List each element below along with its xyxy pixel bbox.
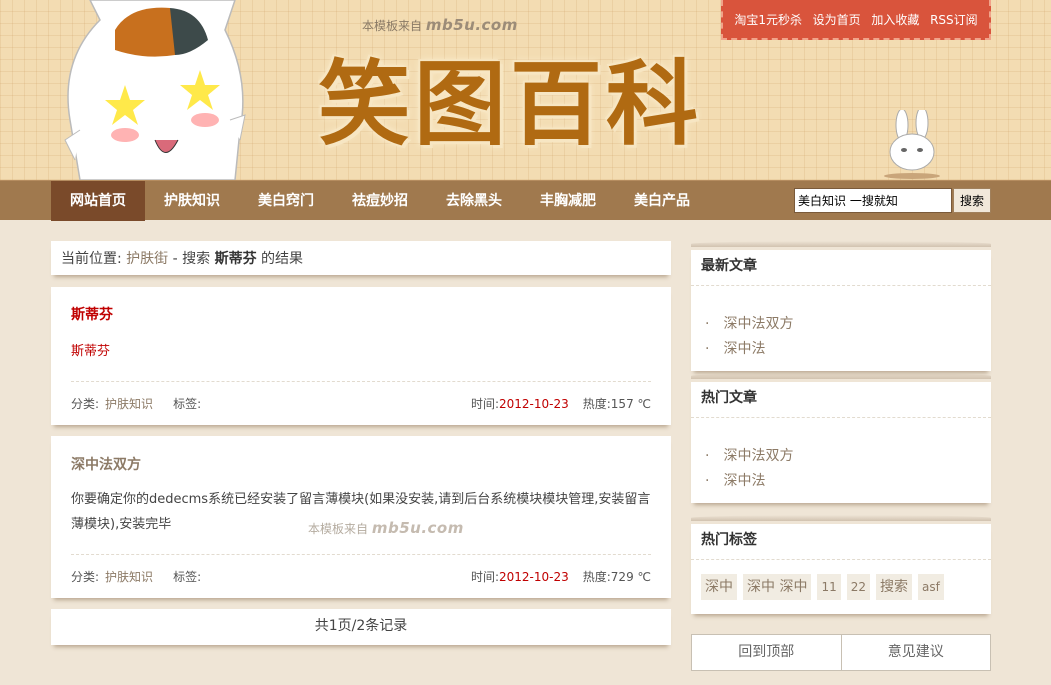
nav-item-bust-slimming[interactable]: 丰胸减肥 [521, 181, 615, 221]
search-input[interactable] [794, 188, 952, 213]
breadcrumb-separator: - 搜索 [172, 251, 215, 267]
nav-item-acne[interactable]: 祛痘妙招 [333, 181, 427, 221]
tag-item[interactable]: 深中 [701, 574, 737, 600]
nav-item-blackheads[interactable]: 去除黑头 [427, 181, 521, 221]
list-item[interactable]: 深中法 [705, 469, 977, 494]
toplink-set-homepage[interactable]: 设为首页 [813, 11, 861, 28]
pagination-info: 共1页/2条记录 [51, 609, 671, 645]
breadcrumb-suffix: 的结果 [261, 251, 304, 267]
article-date: 2012-10-23 [499, 569, 569, 584]
article-heat: 157 ℃ [610, 396, 651, 411]
time-label: 时间: [470, 397, 499, 411]
breadcrumb-link-home[interactable]: 护肤街 [126, 251, 168, 267]
toplink-rss[interactable]: RSS订阅 [930, 11, 978, 28]
category-link[interactable]: 护肤知识 [105, 568, 153, 585]
article-title[interactable]: 斯蒂芬 [71, 304, 651, 324]
breadcrumb: 当前位置: 护肤街 - 搜索 斯蒂芬 的结果 [51, 241, 671, 275]
tag-item[interactable]: 深中 深中 [743, 574, 812, 600]
category-link[interactable]: 护肤知识 [105, 395, 153, 412]
heat-label: 热度: [582, 570, 611, 584]
article-summary: 斯蒂芬 [71, 344, 111, 359]
nav-item-skincare[interactable]: 护肤知识 [145, 181, 239, 221]
list-item[interactable]: 深中法 [705, 337, 977, 362]
back-to-top-button[interactable]: 回到顶部 [692, 635, 842, 670]
breadcrumb-prefix: 当前位置: [61, 251, 122, 267]
tag-item[interactable]: asf [918, 574, 944, 600]
nav-item-whitening-products[interactable]: 美白产品 [615, 181, 709, 221]
tags-label: 标签: [173, 570, 202, 584]
sidebar-footer-buttons: 回到顶部 意见建议 [691, 634, 991, 671]
tags-label: 标签: [173, 397, 202, 411]
time-label: 时间: [470, 570, 499, 584]
article-item: 深中法双方 你要确定你的dedecms系统已经安装了留言薄模块(如果没安装,请到… [51, 436, 671, 598]
latest-articles-title: 最新文章 [691, 250, 991, 286]
article-heat: 729 ℃ [610, 569, 651, 584]
heat-label: 热度: [582, 397, 611, 411]
tag-item[interactable]: 搜索 [876, 574, 913, 600]
tag-item[interactable]: 11 [817, 574, 841, 600]
article-item: 斯蒂芬 斯蒂芬 分类: 护肤知识 标签: 时间: 2012-10-23 热度: … [51, 287, 671, 425]
top-links: 淘宝1元秒杀 设为首页 加入收藏 RSS订阅 [721, 0, 991, 40]
list-item[interactable]: 深中法双方 [705, 444, 977, 469]
breadcrumb-keyword: 斯蒂芬 [214, 251, 257, 267]
site-header: 本模板来自 mb5u.com 笑图百科 淘宝1元秒杀 设为首页 加入收藏 RSS… [0, 0, 1051, 180]
article-meta: 分类: 护肤知识 标签: 时间: 2012-10-23 热度: 729 ℃ [71, 554, 651, 598]
hot-tags-box: 热门标签 深中 深中 深中 11 22 搜索 asf [691, 515, 991, 614]
watermark: 本模板来自 mb5u.com [308, 519, 464, 537]
cat-mascot-image [64, 0, 246, 180]
hot-articles-box: 热门文章 深中法双方 深中法 [691, 373, 991, 503]
bunny-image [884, 110, 940, 179]
list-item[interactable]: 深中法双方 [705, 312, 977, 337]
article-title[interactable]: 深中法双方 [71, 454, 651, 474]
hot-tags-title: 热门标签 [691, 524, 991, 560]
nav-item-home[interactable]: 网站首页 [51, 181, 145, 221]
article-date: 2012-10-23 [499, 396, 569, 411]
article-meta: 分类: 护肤知识 标签: 时间: 2012-10-23 热度: 157 ℃ [71, 381, 651, 425]
hot-articles-title: 热门文章 [691, 382, 991, 418]
site-logo-title: 笑图百科 [318, 51, 703, 158]
toplink-taobao[interactable]: 淘宝1元秒杀 [734, 11, 802, 28]
watermark: 本模板来自 mb5u.com [362, 16, 518, 34]
toplink-add-favorite[interactable]: 加入收藏 [871, 11, 919, 28]
feedback-button[interactable]: 意见建议 [842, 635, 991, 670]
tag-item[interactable]: 22 [846, 574, 871, 600]
nav-item-whitening-tips[interactable]: 美白窍门 [239, 181, 333, 221]
category-label: 分类: [71, 570, 100, 584]
category-label: 分类: [71, 397, 100, 411]
search-button[interactable]: 搜索 [953, 188, 991, 213]
latest-articles-box: 最新文章 深中法双方 深中法 [691, 241, 991, 371]
